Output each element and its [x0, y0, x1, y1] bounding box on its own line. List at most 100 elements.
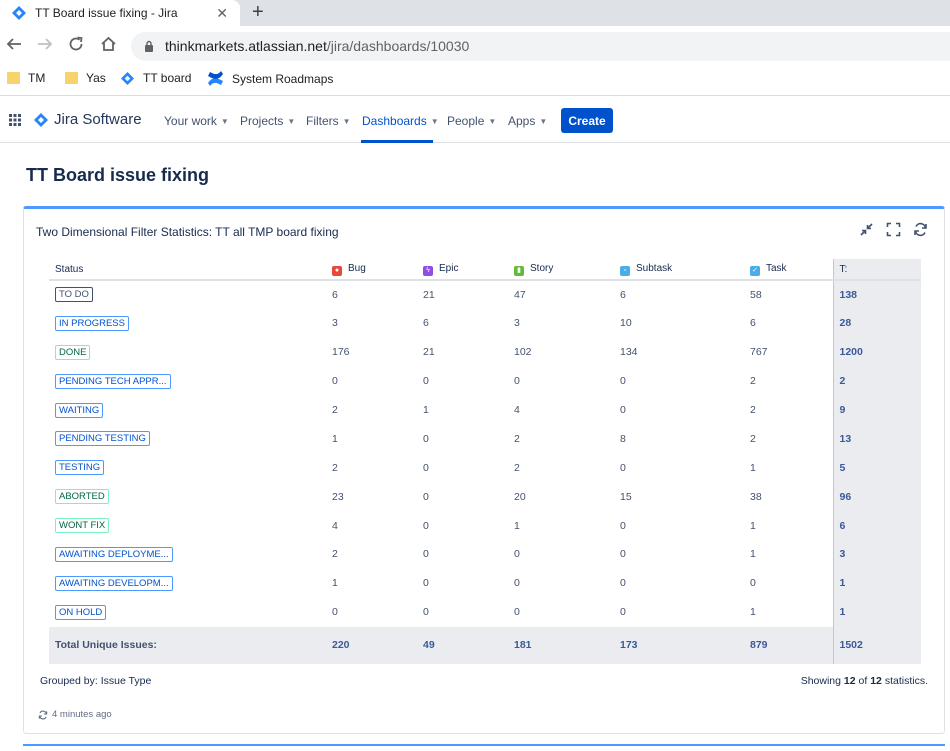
count-cell[interactable]: 58: [744, 280, 833, 309]
bookmark-system-roadmaps[interactable]: System Roadmaps: [207, 71, 333, 86]
status-lozenge[interactable]: ABORTED: [55, 489, 109, 505]
count-cell[interactable]: 1: [744, 453, 833, 482]
status-lozenge[interactable]: AWAITING DEPLOYME...: [55, 546, 173, 562]
row-total-cell[interactable]: 1200: [832, 337, 921, 367]
status-lozenge[interactable]: TO DO: [55, 287, 93, 303]
count-cell[interactable]: 0: [326, 598, 417, 627]
row-total-cell[interactable]: 28: [832, 308, 921, 338]
row-total-cell[interactable]: 6: [832, 511, 921, 541]
bookmark-tm[interactable]: TM: [7, 71, 45, 85]
count-cell[interactable]: 10: [614, 309, 744, 338]
count-cell[interactable]: 0: [614, 598, 744, 627]
back-icon[interactable]: [6, 36, 22, 56]
count-cell[interactable]: 4: [508, 396, 614, 425]
fullscreen-icon[interactable]: [886, 222, 901, 237]
count-cell[interactable]: 0: [417, 511, 508, 540]
count-cell[interactable]: 2: [508, 424, 614, 453]
app-switcher-icon[interactable]: [9, 114, 21, 126]
row-total-cell[interactable]: 2: [832, 366, 921, 396]
row-total-cell[interactable]: 9: [832, 395, 921, 425]
bookmark-yas[interactable]: Yas: [65, 71, 106, 85]
count-cell[interactable]: 1: [417, 396, 508, 425]
count-cell[interactable]: 0: [614, 540, 744, 569]
column-total-cell[interactable]: 173: [614, 626, 744, 664]
count-cell[interactable]: 2: [744, 396, 833, 425]
row-total-cell[interactable]: 1: [832, 597, 921, 627]
count-cell[interactable]: 23: [326, 482, 417, 511]
create-button[interactable]: Create: [561, 108, 613, 133]
close-tab-icon[interactable]: ✕: [216, 5, 228, 22]
count-cell[interactable]: 2: [326, 396, 417, 425]
count-cell[interactable]: 21: [417, 280, 508, 309]
count-cell[interactable]: 6: [744, 309, 833, 338]
count-cell[interactable]: 6: [326, 280, 417, 309]
count-cell[interactable]: 1: [744, 598, 833, 627]
count-cell[interactable]: 0: [614, 511, 744, 540]
count-cell[interactable]: 20: [508, 482, 614, 511]
column-total-cell[interactable]: 879: [744, 626, 833, 664]
count-cell[interactable]: 2: [326, 540, 417, 569]
count-cell[interactable]: 1: [326, 569, 417, 598]
count-cell[interactable]: 0: [417, 540, 508, 569]
count-cell[interactable]: 0: [614, 569, 744, 598]
count-cell[interactable]: 0: [614, 396, 744, 425]
nav-projects[interactable]: Projects ▼: [240, 114, 295, 128]
column-total-cell[interactable]: 49: [417, 626, 508, 664]
count-cell[interactable]: 0: [417, 598, 508, 627]
count-cell[interactable]: 0: [614, 367, 744, 396]
column-header-story[interactable]: ▮ Story: [508, 259, 614, 281]
row-total-cell[interactable]: 5: [832, 453, 921, 483]
reload-icon[interactable]: [68, 36, 84, 56]
status-lozenge[interactable]: WONT FIX: [55, 518, 110, 534]
status-lozenge[interactable]: WAITING: [55, 402, 104, 418]
count-cell[interactable]: 2: [326, 453, 417, 482]
column-header-task[interactable]: ✓ Task: [744, 259, 833, 281]
count-cell[interactable]: 3: [326, 309, 417, 338]
row-total-cell[interactable]: 3: [832, 540, 921, 569]
count-cell[interactable]: 102: [508, 338, 614, 367]
status-lozenge[interactable]: DONE: [55, 344, 91, 360]
count-cell[interactable]: 6: [614, 280, 744, 309]
status-lozenge[interactable]: TESTING: [55, 460, 105, 476]
nav-your-work[interactable]: Your work ▼: [164, 114, 229, 128]
row-total-cell[interactable]: 1: [832, 568, 921, 598]
count-cell[interactable]: 8: [614, 424, 744, 453]
count-cell[interactable]: 0: [326, 367, 417, 396]
count-cell[interactable]: 0: [508, 569, 614, 598]
refresh-small-icon[interactable]: [38, 710, 48, 720]
count-cell[interactable]: 47: [508, 280, 614, 309]
count-cell[interactable]: 176: [326, 338, 417, 367]
row-total-cell[interactable]: 96: [832, 482, 921, 512]
count-cell[interactable]: 0: [508, 367, 614, 396]
nav-dashboards[interactable]: Dashboards ▼: [362, 114, 439, 128]
status-lozenge[interactable]: ON HOLD: [55, 604, 107, 620]
count-cell[interactable]: 0: [508, 598, 614, 627]
column-header-subtask[interactable]: ▫ Subtask: [614, 259, 744, 281]
count-cell[interactable]: 1: [508, 511, 614, 540]
column-total-cell[interactable]: 220: [326, 626, 417, 664]
count-cell[interactable]: 767: [744, 338, 833, 367]
row-total-cell[interactable]: 13: [832, 424, 921, 454]
nav-filters[interactable]: Filters ▼: [306, 114, 351, 128]
count-cell[interactable]: 15: [614, 482, 744, 511]
count-cell[interactable]: 1: [744, 511, 833, 540]
nav-people[interactable]: People ▼: [447, 114, 496, 128]
count-cell[interactable]: 0: [614, 453, 744, 482]
column-header-bug[interactable]: ● Bug: [326, 259, 417, 281]
column-header-epic[interactable]: ϟ Epic: [417, 259, 508, 281]
jira-logo[interactable]: Jira Software: [34, 111, 142, 128]
count-cell[interactable]: 21: [417, 338, 508, 367]
count-cell[interactable]: 2: [744, 367, 833, 396]
status-lozenge[interactable]: AWAITING DEVELOPM...: [55, 575, 173, 591]
browser-tab[interactable]: TT Board issue fixing - Jira ✕: [0, 0, 240, 26]
minimize-icon[interactable]: [859, 222, 874, 237]
new-tab-icon[interactable]: +: [252, 1, 264, 23]
column-total-cell[interactable]: 181: [508, 626, 614, 664]
status-lozenge[interactable]: PENDING TESTING: [55, 431, 150, 447]
count-cell[interactable]: 38: [744, 482, 833, 511]
count-cell[interactable]: 0: [417, 453, 508, 482]
status-lozenge[interactable]: PENDING TECH APPR...: [55, 373, 171, 389]
count-cell[interactable]: 0: [417, 569, 508, 598]
count-cell[interactable]: 0: [508, 540, 614, 569]
count-cell[interactable]: 1: [326, 424, 417, 453]
